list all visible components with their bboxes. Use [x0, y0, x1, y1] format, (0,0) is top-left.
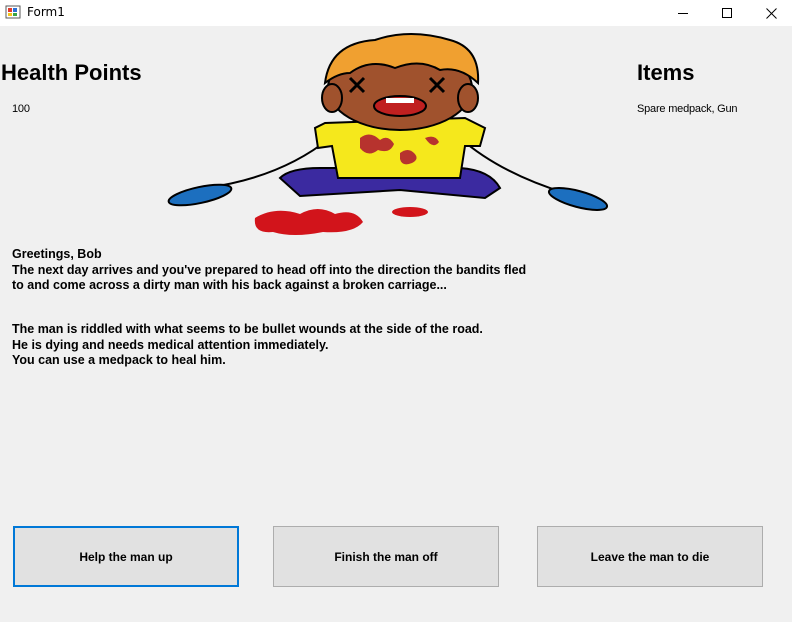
title-bar: Form1: [0, 0, 792, 26]
health-heading: Health Points: [1, 60, 142, 85]
close-button[interactable]: [748, 0, 792, 26]
help-man-button[interactable]: Help the man up: [13, 526, 239, 587]
minimize-button[interactable]: [660, 0, 706, 26]
story-intro: Greetings, Bob The next day arrives and …: [12, 247, 527, 292]
leave-man-button[interactable]: Leave the man to die: [537, 526, 763, 587]
maximize-button[interactable]: [704, 0, 750, 26]
story-situation: The man is riddled with what seems to be…: [12, 322, 483, 367]
health-value: 100: [12, 103, 30, 115]
wounded-boy-illustration: [160, 28, 620, 243]
maximize-icon: [722, 8, 732, 18]
close-icon: [765, 7, 777, 19]
window-title: Form1: [27, 5, 65, 19]
finish-man-button[interactable]: Finish the man off: [273, 526, 499, 587]
items-heading: Items: [637, 60, 695, 85]
app-icon: [5, 4, 21, 20]
minimize-icon: [678, 8, 688, 18]
items-value: Spare medpack, Gun: [637, 103, 738, 115]
